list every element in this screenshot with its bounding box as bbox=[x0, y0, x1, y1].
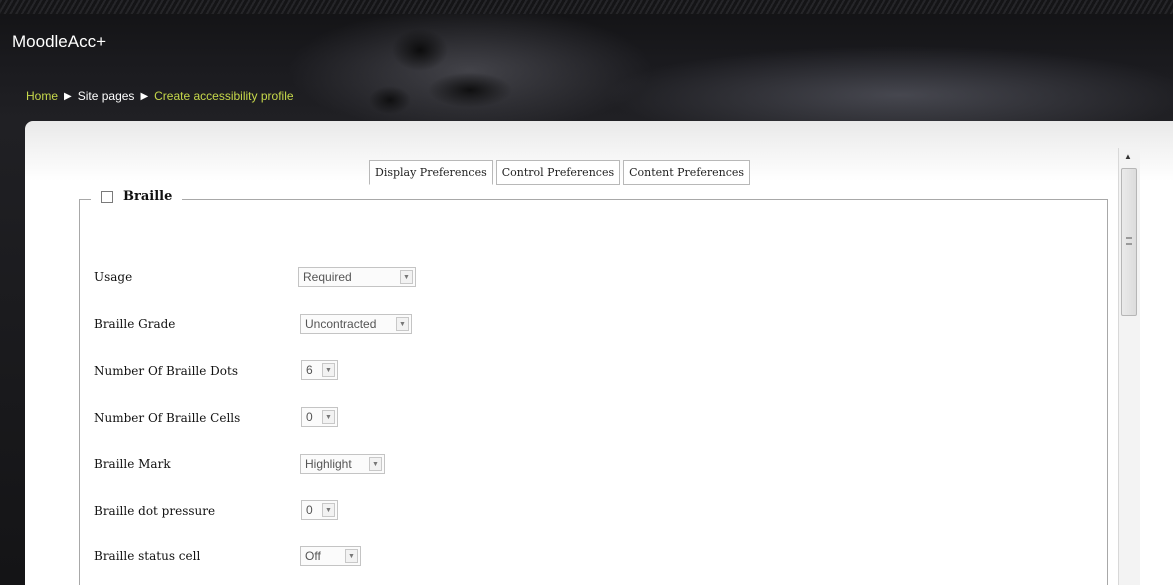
braille-enable-checkbox[interactable] bbox=[101, 190, 113, 203]
scrollbar-grip-icon bbox=[1126, 237, 1132, 245]
braille-cells-label: Number Of Braille Cells bbox=[94, 411, 241, 425]
braille-legend: Braille bbox=[91, 189, 183, 204]
braille-status-cell-select[interactable]: Off ▼ bbox=[300, 546, 361, 566]
braille-dot-pressure-label: Braille dot pressure bbox=[94, 504, 216, 518]
chevron-down-icon: ▼ bbox=[369, 457, 382, 471]
braille-dot-pressure-select-value: 0 bbox=[306, 503, 313, 517]
braille-dot-pressure-select[interactable]: 0 ▼ bbox=[301, 500, 338, 520]
breadcrumb-separator-icon: ▶ bbox=[140, 90, 149, 102]
chevron-down-icon: ▼ bbox=[322, 410, 335, 424]
braille-mark-select-value: Highlight bbox=[305, 457, 352, 471]
breadcrumb-current-page: Create accessibility profile bbox=[154, 89, 294, 103]
braille-mark-label: Braille Mark bbox=[94, 457, 171, 471]
scroll-up-arrow-icon[interactable]: ▲ bbox=[1121, 150, 1135, 162]
braille-fieldset bbox=[79, 199, 1108, 585]
tab-display-preferences[interactable]: Display Preferences bbox=[369, 160, 493, 185]
chevron-down-icon: ▼ bbox=[400, 270, 413, 284]
breadcrumb: Home ▶ Site pages ▶ Create accessibility… bbox=[26, 89, 294, 103]
chevron-down-icon: ▼ bbox=[396, 317, 409, 331]
usage-select-value: Required bbox=[303, 270, 352, 284]
tab-content-preferences[interactable]: Content Preferences bbox=[623, 160, 751, 185]
braille-dots-select-value: 6 bbox=[306, 363, 313, 377]
breadcrumb-home-link[interactable]: Home bbox=[26, 89, 58, 103]
braille-grade-select-value: Uncontracted bbox=[305, 317, 377, 331]
braille-mark-select[interactable]: Highlight ▼ bbox=[300, 454, 385, 474]
usage-label: Usage bbox=[94, 270, 133, 284]
braille-grade-select[interactable]: Uncontracted ▼ bbox=[300, 314, 412, 334]
header-tree-decoration bbox=[350, 10, 570, 130]
breadcrumb-site-pages-link[interactable]: Site pages bbox=[78, 89, 135, 103]
braille-cells-select-value: 0 bbox=[306, 410, 313, 424]
braille-legend-title: Braille bbox=[123, 189, 173, 204]
preferences-tabs: Display Preferences Control Preferences … bbox=[369, 160, 751, 185]
chevron-down-icon: ▼ bbox=[322, 503, 335, 517]
braille-status-cell-select-value: Off bbox=[305, 549, 321, 563]
braille-dots-select[interactable]: 6 ▼ bbox=[301, 360, 338, 380]
braille-grade-label: Braille Grade bbox=[94, 317, 176, 331]
chevron-down-icon: ▼ bbox=[322, 363, 335, 377]
tab-control-preferences[interactable]: Control Preferences bbox=[495, 160, 621, 185]
braille-dots-label: Number Of Braille Dots bbox=[94, 364, 238, 378]
chevron-down-icon: ▼ bbox=[345, 549, 358, 563]
usage-select[interactable]: Required ▼ bbox=[298, 267, 416, 287]
breadcrumb-separator-icon: ▶ bbox=[64, 90, 72, 102]
braille-cells-select[interactable]: 0 ▼ bbox=[301, 407, 338, 427]
scrollbar-thumb[interactable] bbox=[1121, 168, 1137, 316]
header-stripe-pattern bbox=[0, 0, 1173, 14]
braille-status-cell-label: Braille status cell bbox=[94, 549, 201, 563]
site-title[interactable]: MoodleAcc+ bbox=[12, 32, 106, 52]
